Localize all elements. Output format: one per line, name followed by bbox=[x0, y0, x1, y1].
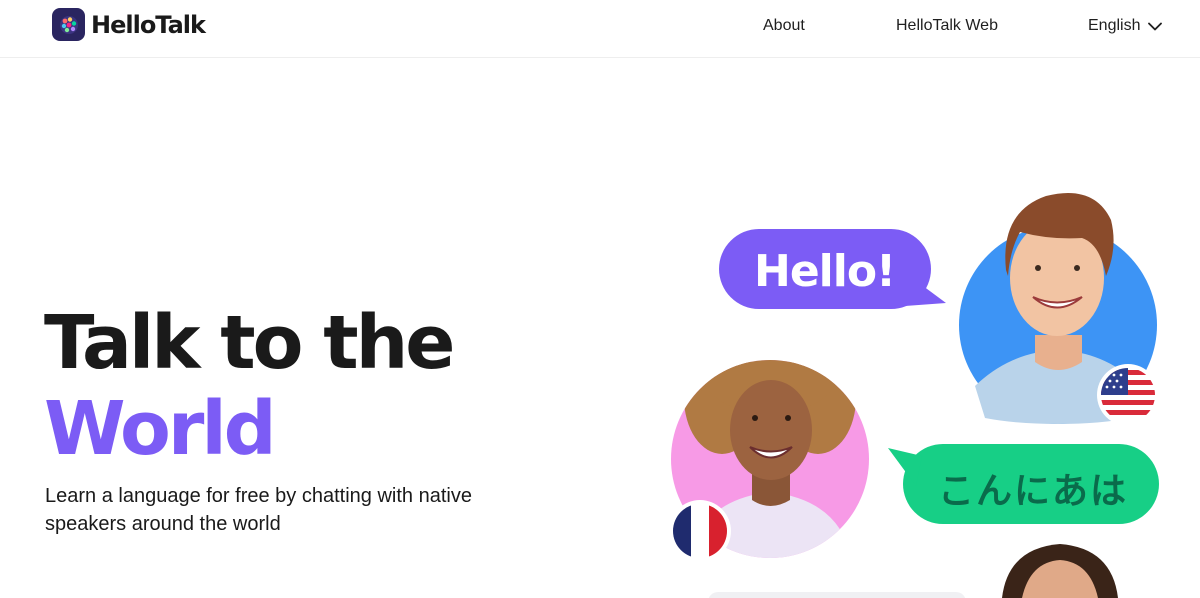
chevron-down-icon bbox=[1148, 22, 1163, 30]
hellotalk-logo-link[interactable]: HelloTalk bbox=[52, 8, 206, 41]
hero-title-line2: World bbox=[44, 386, 277, 472]
hero-subtitle: Learn a language for free by chatting wi… bbox=[45, 485, 472, 535]
language-selector[interactable]: English bbox=[1088, 16, 1163, 36]
site-header: HelloTalk About HelloTalk Web English bbox=[0, 0, 1200, 58]
nav-hellotalk-web-link[interactable]: HelloTalk Web bbox=[896, 16, 998, 36]
language-selector-label: English bbox=[1088, 17, 1141, 34]
france-flag-icon bbox=[669, 500, 731, 562]
us-flag-icon bbox=[1097, 364, 1159, 426]
partial-card bbox=[708, 592, 966, 598]
hero-title-line1: Talk to the bbox=[44, 300, 455, 386]
avatar-woman bbox=[671, 360, 869, 558]
hero-title: Talk to the World bbox=[44, 300, 455, 472]
avatar-partial bbox=[1002, 544, 1118, 598]
bubble-hello-text: Hello! bbox=[754, 246, 896, 297]
bubble-japanese-text: こんにあは bbox=[938, 471, 1129, 512]
avatar-man bbox=[959, 193, 1157, 424]
nav-about-link[interactable]: About bbox=[763, 16, 805, 36]
brand-name: HelloTalk bbox=[91, 10, 206, 39]
hellotalk-logo-icon bbox=[52, 8, 85, 41]
